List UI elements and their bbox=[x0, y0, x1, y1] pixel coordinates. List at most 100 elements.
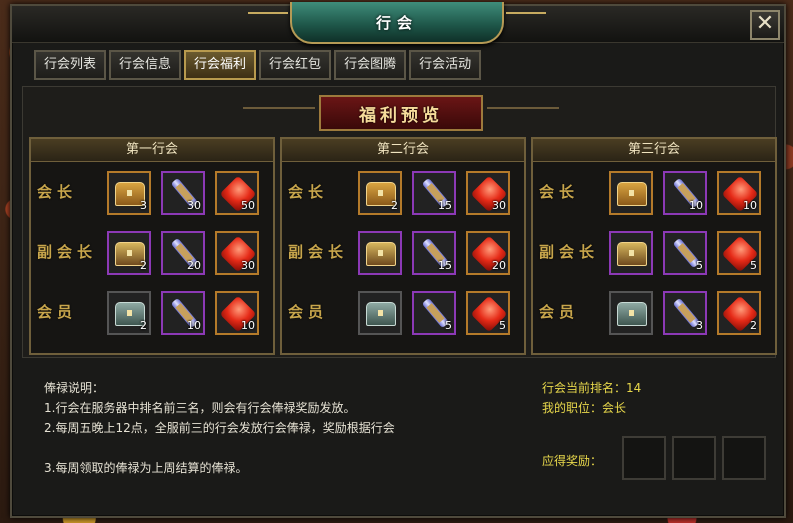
item-count: 15 bbox=[438, 199, 452, 212]
item-count: 15 bbox=[438, 259, 452, 272]
tab-guild-activity[interactable]: 行会活动 bbox=[409, 50, 482, 80]
notes-line-2: 2.每周五晚上12点，全服前三的行会发放行会俸禄，奖励根据行会 bbox=[44, 421, 395, 435]
close-button[interactable]: ✕ bbox=[750, 10, 780, 40]
reward-row-member: 会员 5 5 bbox=[282, 287, 524, 339]
tab-guild-info[interactable]: 行会信息 bbox=[109, 50, 182, 80]
reward-item-slot[interactable] bbox=[609, 171, 653, 215]
reward-item-slot[interactable]: 50 bbox=[215, 171, 259, 215]
notes-line-blank bbox=[44, 438, 395, 458]
guild-window: 行会 ✕ 行会列表 行会信息 行会福利 行会红包 行会图腾 行会活动 福利预览 … bbox=[10, 2, 786, 518]
welfare-preview-area: 福利预览 第一行会 会长 3 30 50 副会长 2 20 30 会员 2 10 10 第二行会 会长 2 15… bbox=[22, 86, 777, 358]
reward-slot[interactable] bbox=[722, 436, 766, 480]
item-count: 10 bbox=[187, 319, 201, 332]
guild-rank-title: 第二行会 bbox=[282, 139, 524, 162]
guild-status: 行会当前排名：14 我的职位：会长 bbox=[542, 378, 641, 418]
reward-item-slot[interactable]: 10 bbox=[215, 291, 259, 335]
reward-item-slot[interactable]: 20 bbox=[466, 231, 510, 275]
rank-value: 14 bbox=[626, 381, 642, 395]
item-count: 5 bbox=[499, 319, 506, 332]
reward-item-slot[interactable]: 10 bbox=[161, 291, 205, 335]
item-count: 3 bbox=[140, 199, 147, 212]
reward-item-slot[interactable]: 15 bbox=[412, 231, 456, 275]
salary-notes: 俸禄说明： 1.行会在服务器中排名前三名，则会有行会俸禄奖励发放。 2.每周五晚… bbox=[44, 378, 395, 478]
silver-chest-icon bbox=[366, 302, 396, 326]
item-count: 30 bbox=[187, 199, 201, 212]
reward-row-vice-leader: 副会长 2 20 30 bbox=[31, 227, 273, 279]
tab-guild-red-packet[interactable]: 行会红包 bbox=[259, 50, 332, 80]
guild-reward-box: 第二行会会长 2 15 30 副会长 15 20 会员 5 5 bbox=[280, 137, 526, 355]
reward-item-slot[interactable]: 30 bbox=[466, 171, 510, 215]
reward-item-slot[interactable]: 30 bbox=[161, 171, 205, 215]
reward-item-slot[interactable]: 5 bbox=[717, 231, 761, 275]
reward-item-slot[interactable]: 3 bbox=[107, 171, 151, 215]
item-count: 10 bbox=[743, 199, 757, 212]
purple-chest-icon bbox=[617, 242, 647, 266]
reward-slot[interactable] bbox=[672, 436, 716, 480]
role-label: 副会长 bbox=[539, 243, 600, 261]
tab-guild-totem[interactable]: 行会图腾 bbox=[334, 50, 407, 80]
reward-item-slot[interactable]: 2 bbox=[717, 291, 761, 335]
reward-item-slot[interactable] bbox=[358, 291, 402, 335]
reward-item-slot[interactable]: 3 bbox=[663, 291, 707, 335]
reward-item-slot[interactable]: 2 bbox=[358, 171, 402, 215]
reward-item-slot[interactable]: 5 bbox=[663, 231, 707, 275]
item-count: 10 bbox=[241, 319, 255, 332]
reward-item-slot[interactable]: 2 bbox=[107, 291, 151, 335]
reward-item-slot[interactable]: 2 bbox=[107, 231, 151, 275]
reward-row-vice-leader: 副会长 15 20 bbox=[282, 227, 524, 279]
reward-row-member: 会员 3 2 bbox=[533, 287, 775, 339]
banner-title: 福利预览 bbox=[359, 105, 443, 126]
tab-guild-list[interactable]: 行会列表 bbox=[34, 50, 107, 80]
reward-item-slot[interactable] bbox=[358, 231, 402, 275]
notes-heading: 俸禄说明： bbox=[44, 381, 105, 395]
reward-item-slot[interactable]: 10 bbox=[663, 171, 707, 215]
notes-line-3: 3.每周领取的俸禄为上周结算的俸禄。 bbox=[44, 461, 248, 475]
reward-row-leader: 会长 3 30 50 bbox=[31, 167, 273, 219]
reward-item-slot[interactable]: 5 bbox=[412, 291, 456, 335]
item-count: 2 bbox=[140, 319, 147, 332]
position-value: 会长 bbox=[602, 401, 627, 415]
reward-row-member: 会员 2 10 10 bbox=[31, 287, 273, 339]
guild-rank-title: 第三行会 bbox=[533, 139, 775, 162]
item-count: 2 bbox=[140, 259, 147, 272]
banner-divider-left bbox=[243, 107, 315, 109]
item-count: 2 bbox=[750, 319, 757, 332]
item-count: 2 bbox=[391, 199, 398, 212]
tab-guild-welfare[interactable]: 行会福利 bbox=[184, 50, 257, 80]
welfare-preview-banner: 福利预览 bbox=[319, 95, 483, 131]
tab-bar: 行会列表 行会信息 行会福利 行会红包 行会图腾 行会活动 bbox=[34, 50, 482, 80]
item-count: 5 bbox=[696, 259, 703, 272]
notes-line-1: 1.行会在服务器中排名前三名，则会有行会俸禄奖励发放。 bbox=[44, 401, 356, 415]
item-count: 5 bbox=[750, 259, 757, 272]
window-title-badge: 行会 bbox=[248, 2, 546, 44]
item-count: 20 bbox=[492, 259, 506, 272]
reward-row-vice-leader: 副会长 5 5 bbox=[533, 227, 775, 279]
reward-item-slot[interactable]: 15 bbox=[412, 171, 456, 215]
item-count: 30 bbox=[492, 199, 506, 212]
role-label: 副会长 bbox=[288, 243, 349, 261]
reward-item-slot[interactable]: 10 bbox=[717, 171, 761, 215]
guild-reward-box: 第一行会 会长 3 30 50 副会长 2 20 30 会员 2 10 10 bbox=[29, 137, 275, 355]
reward-item-slot[interactable]: 20 bbox=[161, 231, 205, 275]
close-icon: ✕ bbox=[755, 11, 775, 36]
reward-item-slot[interactable] bbox=[609, 291, 653, 335]
reward-item-slot[interactable]: 30 bbox=[215, 231, 259, 275]
reward-item-slot[interactable]: 5 bbox=[466, 291, 510, 335]
item-count: 50 bbox=[241, 199, 255, 212]
info-area: 俸禄说明： 1.行会在服务器中排名前三名，则会有行会俸禄奖励发放。 2.每周五晚… bbox=[22, 364, 774, 502]
reward-item-slot[interactable] bbox=[609, 231, 653, 275]
reward-row-leader: 会长 2 15 30 bbox=[282, 167, 524, 219]
role-label: 会长 bbox=[288, 183, 329, 201]
purple-chest-icon bbox=[366, 242, 396, 266]
silver-chest-icon bbox=[617, 302, 647, 326]
role-label: 会员 bbox=[288, 303, 329, 321]
window-title: 行会 bbox=[375, 13, 418, 32]
reward-row-leader: 会长 10 10 bbox=[533, 167, 775, 219]
guild-rank-title: 第一行会 bbox=[31, 139, 273, 162]
role-label: 会长 bbox=[539, 183, 580, 201]
rank-label: 行会当前排名： bbox=[542, 381, 627, 395]
reward-slot[interactable] bbox=[622, 436, 666, 480]
banner-divider-right bbox=[487, 107, 559, 109]
position-label: 我的职位： bbox=[542, 401, 603, 415]
reward-label: 应得奖励： bbox=[542, 454, 603, 468]
